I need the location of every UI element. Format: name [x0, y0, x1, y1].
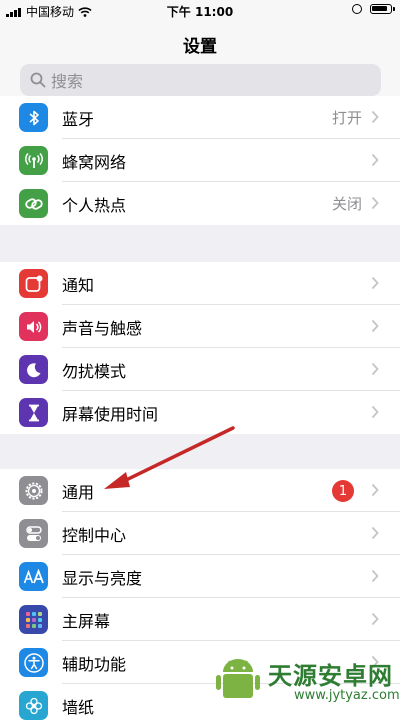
gear-icon [19, 476, 48, 505]
cellular-antenna-icon [19, 146, 48, 175]
bluetooth-icon [19, 103, 48, 132]
chevron-right-icon [371, 153, 379, 167]
settings-row-do-not-disturb[interactable]: 勿扰模式 [0, 348, 400, 391]
settings-row-value: 打开 [331, 109, 362, 127]
settings-row-label: 个人热点 [62, 195, 127, 215]
home-grid-icon [19, 605, 48, 634]
status-bar-right [352, 4, 395, 14]
settings-row-label: 勿扰模式 [62, 361, 127, 381]
settings-row-label: 显示与亮度 [62, 568, 143, 588]
text-size-icon [19, 562, 48, 591]
settings-row-cellular[interactable]: 蜂窝网络 [0, 139, 400, 182]
settings-row-label: 蓝牙 [62, 109, 95, 129]
settings-row-label: 主屏幕 [62, 611, 111, 631]
settings-row-label: 通知 [62, 275, 95, 295]
watermark: 天源安卓网 www.jytyaz.com [200, 648, 400, 711]
search-input[interactable]: 搜索 [20, 64, 381, 96]
chevron-right-icon [371, 362, 379, 376]
orientation-lock-icon [352, 4, 362, 14]
settings-row-label: 通用 [62, 482, 95, 502]
watermark-title: 天源安卓网 [268, 662, 393, 690]
battery-icon [370, 4, 395, 14]
settings-row-label: 辅助功能 [62, 654, 127, 674]
settings-row-label: 控制中心 [62, 525, 127, 545]
settings-row-control-center[interactable]: 控制中心 [0, 512, 400, 555]
settings-row-label: 屏幕使用时间 [62, 404, 159, 424]
toggles-icon [19, 519, 48, 548]
search-icon [30, 72, 46, 88]
notification-icon [19, 269, 48, 298]
settings-row-display-brightness[interactable]: 显示与亮度 [0, 555, 400, 598]
search-placeholder: 搜索 [51, 72, 84, 91]
settings-row-hotspot[interactable]: 个人热点 关闭 [0, 182, 400, 225]
settings-row-general[interactable]: 通用 1 [0, 469, 400, 512]
speaker-icon [19, 312, 48, 341]
chevron-right-icon [371, 569, 379, 583]
settings-row-label: 声音与触感 [62, 318, 143, 338]
status-time: 下午 11:00 [166, 5, 234, 19]
hotspot-chain-icon [19, 189, 48, 218]
settings-row-notifications[interactable]: 通知 [0, 262, 400, 305]
watermark-url: www.jytyaz.com [294, 688, 400, 703]
flower-icon [19, 691, 48, 720]
chevron-right-icon [371, 319, 379, 333]
settings-row-home-screen[interactable]: 主屏幕 [0, 598, 400, 641]
settings-row-label: 蜂窝网络 [62, 152, 127, 172]
chevron-right-icon [371, 483, 379, 497]
android-robot-logo-icon [216, 659, 260, 698]
chevron-right-icon [371, 196, 379, 210]
moon-icon [19, 355, 48, 384]
chevron-right-icon [371, 526, 379, 540]
accessibility-icon [19, 648, 48, 677]
chevron-right-icon [371, 110, 379, 124]
chevron-right-icon [371, 612, 379, 626]
settings-row-bluetooth[interactable]: 蓝牙 打开 [0, 96, 400, 139]
status-bar: 中国移动 下午 11:00 [0, 0, 400, 22]
notification-badge: 1 [332, 480, 354, 502]
settings-row-sounds[interactable]: 声音与触感 [0, 305, 400, 348]
hourglass-icon [19, 398, 48, 427]
settings-group-connectivity: 蓝牙 打开 蜂窝网络 个人热点 关闭 [0, 96, 400, 225]
settings-group-notifications: 通知 声音与触感 勿扰模式 屏幕使用时间 [0, 262, 400, 434]
settings-row-label: 墙纸 [62, 697, 95, 717]
chevron-right-icon [371, 276, 379, 290]
settings-row-screen-time[interactable]: 屏幕使用时间 [0, 391, 400, 434]
page-title: 设置 [183, 37, 217, 57]
chevron-right-icon [371, 405, 379, 419]
settings-row-value: 关闭 [331, 195, 362, 213]
